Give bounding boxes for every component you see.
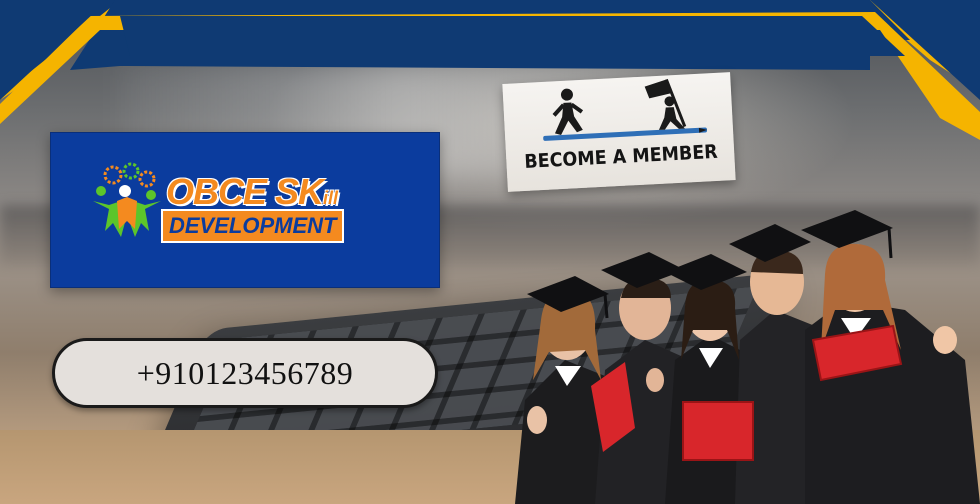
member-figures	[543, 78, 708, 141]
logo-wordmark-top: OBCE SKill	[166, 171, 338, 213]
graduates-group-image	[515, 210, 980, 504]
logo-wordmark-bottom: DEVELOPMENT	[161, 209, 345, 243]
logo-word-obce: OBCE SK	[166, 171, 324, 212]
phone-number-text: +910123456789	[136, 354, 354, 391]
phone-number-pill[interactable]: +910123456789	[52, 338, 438, 408]
walking-person-icon	[552, 88, 584, 136]
become-member-label: BECOME A MEMBER	[523, 140, 719, 173]
logo-word-suffix: ill	[323, 188, 339, 208]
flag-climber-icon	[644, 78, 687, 130]
become-member-card[interactable]: BECOME A MEMBER	[502, 72, 736, 192]
gears-people-icon	[93, 162, 161, 237]
logo-panel: OBCE SKill DEVELOPMENT	[50, 132, 440, 288]
